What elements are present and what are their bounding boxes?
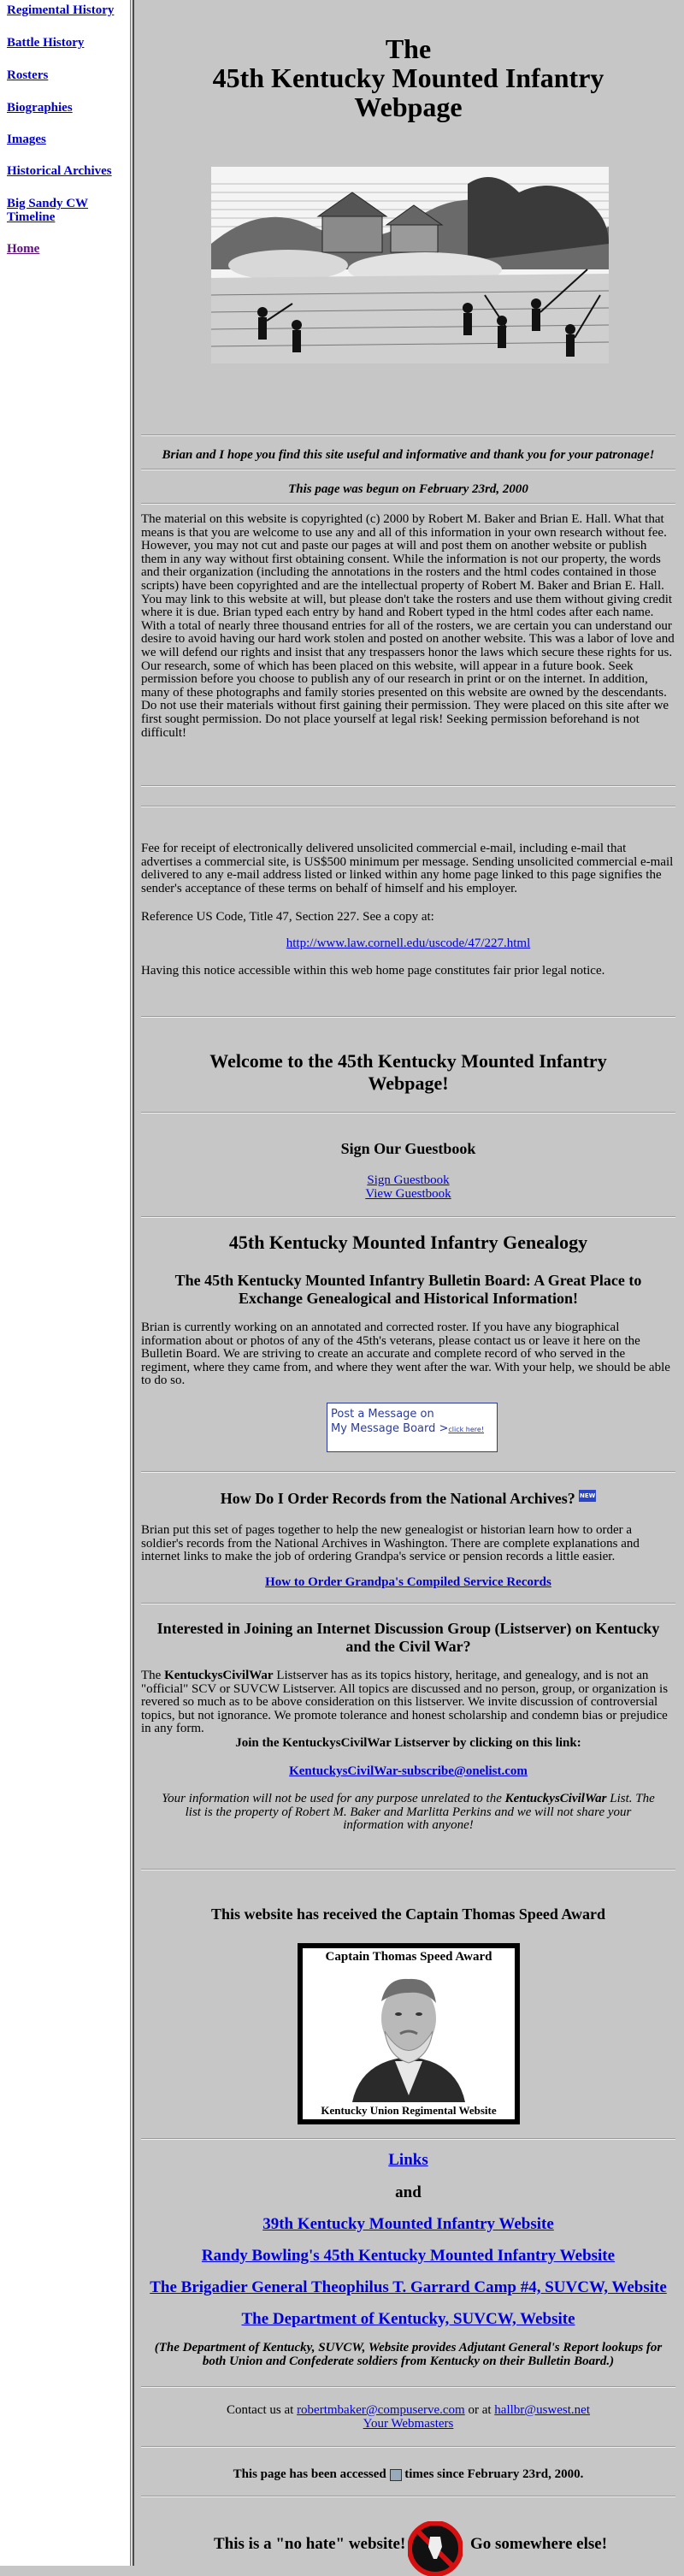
no-hate-symbol-icon xyxy=(408,2521,463,2576)
link-department-kentucky[interactable]: The Department of Kentucky, SUVCW, Websi… xyxy=(241,2310,575,2328)
department-note: (The Department of Kentucky, SUVCW, Webs… xyxy=(154,2341,663,2368)
genealogy-heading: 45th Kentucky Mounted Infantry Genealogy xyxy=(228,1232,588,1253)
engraving-illustration xyxy=(210,167,610,363)
listserv-text: The KentuckysCivilWar Listserver has as … xyxy=(141,1669,675,1736)
divider xyxy=(141,1112,675,1114)
divider xyxy=(141,1216,675,1218)
title-line-1: The xyxy=(385,33,432,64)
post-message-line-2: My Message Board > xyxy=(331,1422,449,1435)
bulletin-board-heading: The 45th Kentucky Mounted Infantry Bulle… xyxy=(174,1272,642,1307)
hit-counter-icon xyxy=(389,2468,402,2481)
nav-historical-archives[interactable]: Historical Archives xyxy=(7,164,127,178)
title-line-3: Webpage xyxy=(354,92,463,122)
nav-big-sandy-timeline[interactable]: Big Sandy CW Timeline xyxy=(7,197,127,224)
sidebar: Regimental History Battle History Roster… xyxy=(0,0,130,2566)
divider xyxy=(141,503,675,505)
award-top-text: Captain Thomas Speed Award xyxy=(325,1950,492,1964)
commercial-email-fee-notice: Fee for receipt of electronically delive… xyxy=(141,842,674,895)
records-heading: How Do I Order Records from the National… xyxy=(141,1490,675,1508)
divider xyxy=(141,806,675,807)
divider xyxy=(141,785,675,787)
no-hate-text: This is a "no hate" website! xyxy=(214,2535,406,2553)
guestbook-heading: Sign Our Guestbook xyxy=(340,1140,476,1157)
listserv-subscribe-link[interactable]: KentuckysCivilWar-subscribe@onelist.com xyxy=(289,1764,528,1778)
go-elsewhere-text: Go somewhere else! xyxy=(470,2535,608,2553)
award-heading: This website has received the Captain Th… xyxy=(210,1905,606,1923)
divider xyxy=(141,2496,675,2497)
records-heading-text: How Do I Order Records from the National… xyxy=(220,1490,575,1507)
nav-home[interactable]: Home xyxy=(7,242,127,256)
post-message-button[interactable]: Post a Message on My Message Board >clic… xyxy=(327,1403,498,1452)
begun-date-text: This page was begun on February 23rd, 20… xyxy=(288,482,528,496)
nav-biographies[interactable]: Biographies xyxy=(7,101,127,115)
divider xyxy=(141,2446,675,2448)
divider xyxy=(141,1016,675,1018)
award-bottom-text: Kentucky Union Regimental Website xyxy=(321,2104,497,2117)
nav-regimental-history[interactable]: Regimental History xyxy=(7,3,127,17)
link-garrard-camp[interactable]: The Brigadier General Theophilus T. Garr… xyxy=(150,2278,667,2296)
contact-or: or at xyxy=(464,2403,495,2417)
listserv-join-text: Join the KentuckysCivilWar Listserver by… xyxy=(235,1736,581,1750)
divider xyxy=(141,1603,675,1604)
records-text: Brian put this set of pages together to … xyxy=(141,1523,640,1564)
us-code-link[interactable]: http://www.law.cornell.edu/uscode/47/227… xyxy=(286,936,531,950)
page-title: The 45th Kentucky Mounted Infantry Webpa… xyxy=(141,34,675,121)
title-line-2: 45th Kentucky Mounted Infantry xyxy=(212,62,604,93)
legal-notice-text: Having this notice accessible within thi… xyxy=(141,964,605,978)
privacy-list-name: KentuckysCivilWar xyxy=(504,1792,607,1805)
welcome-heading: Welcome to the 45th Kentucky Mounted Inf… xyxy=(209,1050,607,1094)
listserv-text-prefix: The xyxy=(141,1669,165,1682)
no-hate-footer: This is a "no hate" website! Go somewher… xyxy=(141,2521,675,2576)
contact-info: Contact us at robertmbaker@compuserve.co… xyxy=(141,2403,675,2431)
divider xyxy=(141,434,675,436)
listserv-heading: Interested in Joining an Internet Discus… xyxy=(156,1620,660,1655)
counter-prefix: This page has been accessed xyxy=(233,2467,390,2481)
click-here-link[interactable]: click here! xyxy=(448,1426,484,1433)
nav-battle-history[interactable]: Battle History xyxy=(7,36,127,50)
order-records-link[interactable]: How to Order Grandpa's Compiled Service … xyxy=(265,1575,551,1589)
link-39th-kentucky[interactable]: 39th Kentucky Mounted Infantry Website xyxy=(262,2215,554,2233)
speed-award-image: Captain Thomas Speed Award Kentucky Unio… xyxy=(298,1943,520,2124)
link-randy-bowling-45th[interactable]: Randy Bowling's 45th Kentucky Mounted In… xyxy=(202,2247,615,2265)
post-message-line-1: Post a Message on xyxy=(331,1408,434,1421)
sidebar-divider xyxy=(130,0,134,2566)
view-guestbook-link[interactable]: View Guestbook xyxy=(365,1187,451,1201)
listserv-privacy-text: Your information will not be used for an… xyxy=(158,1792,658,1833)
new-badge-icon: NEW xyxy=(579,1490,597,1502)
battle-engraving-image xyxy=(210,167,610,363)
divider xyxy=(141,1869,675,1870)
counter-suffix: times since February 23rd, 2000. xyxy=(401,2467,584,2481)
email-link-hall[interactable]: hallbr@uswest.net xyxy=(494,2403,590,2417)
nav-images[interactable]: Images xyxy=(7,133,127,146)
divider xyxy=(141,2138,675,2140)
nav-rosters[interactable]: Rosters xyxy=(7,68,127,82)
divider xyxy=(141,469,675,470)
counter-text: This page has been accessed times since … xyxy=(141,2467,675,2482)
links-heading-link[interactable]: Links xyxy=(388,2151,428,2169)
divider xyxy=(141,2386,675,2388)
sign-guestbook-link[interactable]: Sign Guestbook xyxy=(367,1173,449,1187)
divider xyxy=(141,1471,675,1473)
webmasters-link[interactable]: Your Webmasters xyxy=(363,2417,454,2431)
portrait-illustration xyxy=(344,1967,474,2102)
us-code-reference: Reference US Code, Title 47, Section 227… xyxy=(141,910,434,924)
privacy-text-1: Your information will not be used for an… xyxy=(162,1792,505,1805)
email-link-baker[interactable]: robertmbaker@compuserve.com xyxy=(297,2403,465,2417)
and-text: and xyxy=(395,2183,422,2201)
copyright-notice: The material on this website is copyrigh… xyxy=(141,512,675,740)
thanks-text: Brian and I hope you find this site usef… xyxy=(162,448,655,462)
listserv-name: KentuckysCivilWar xyxy=(164,1669,274,1682)
genealogy-text: Brian is currently working on an annotat… xyxy=(141,1320,670,1388)
contact-prefix: Contact us at xyxy=(226,2403,298,2417)
